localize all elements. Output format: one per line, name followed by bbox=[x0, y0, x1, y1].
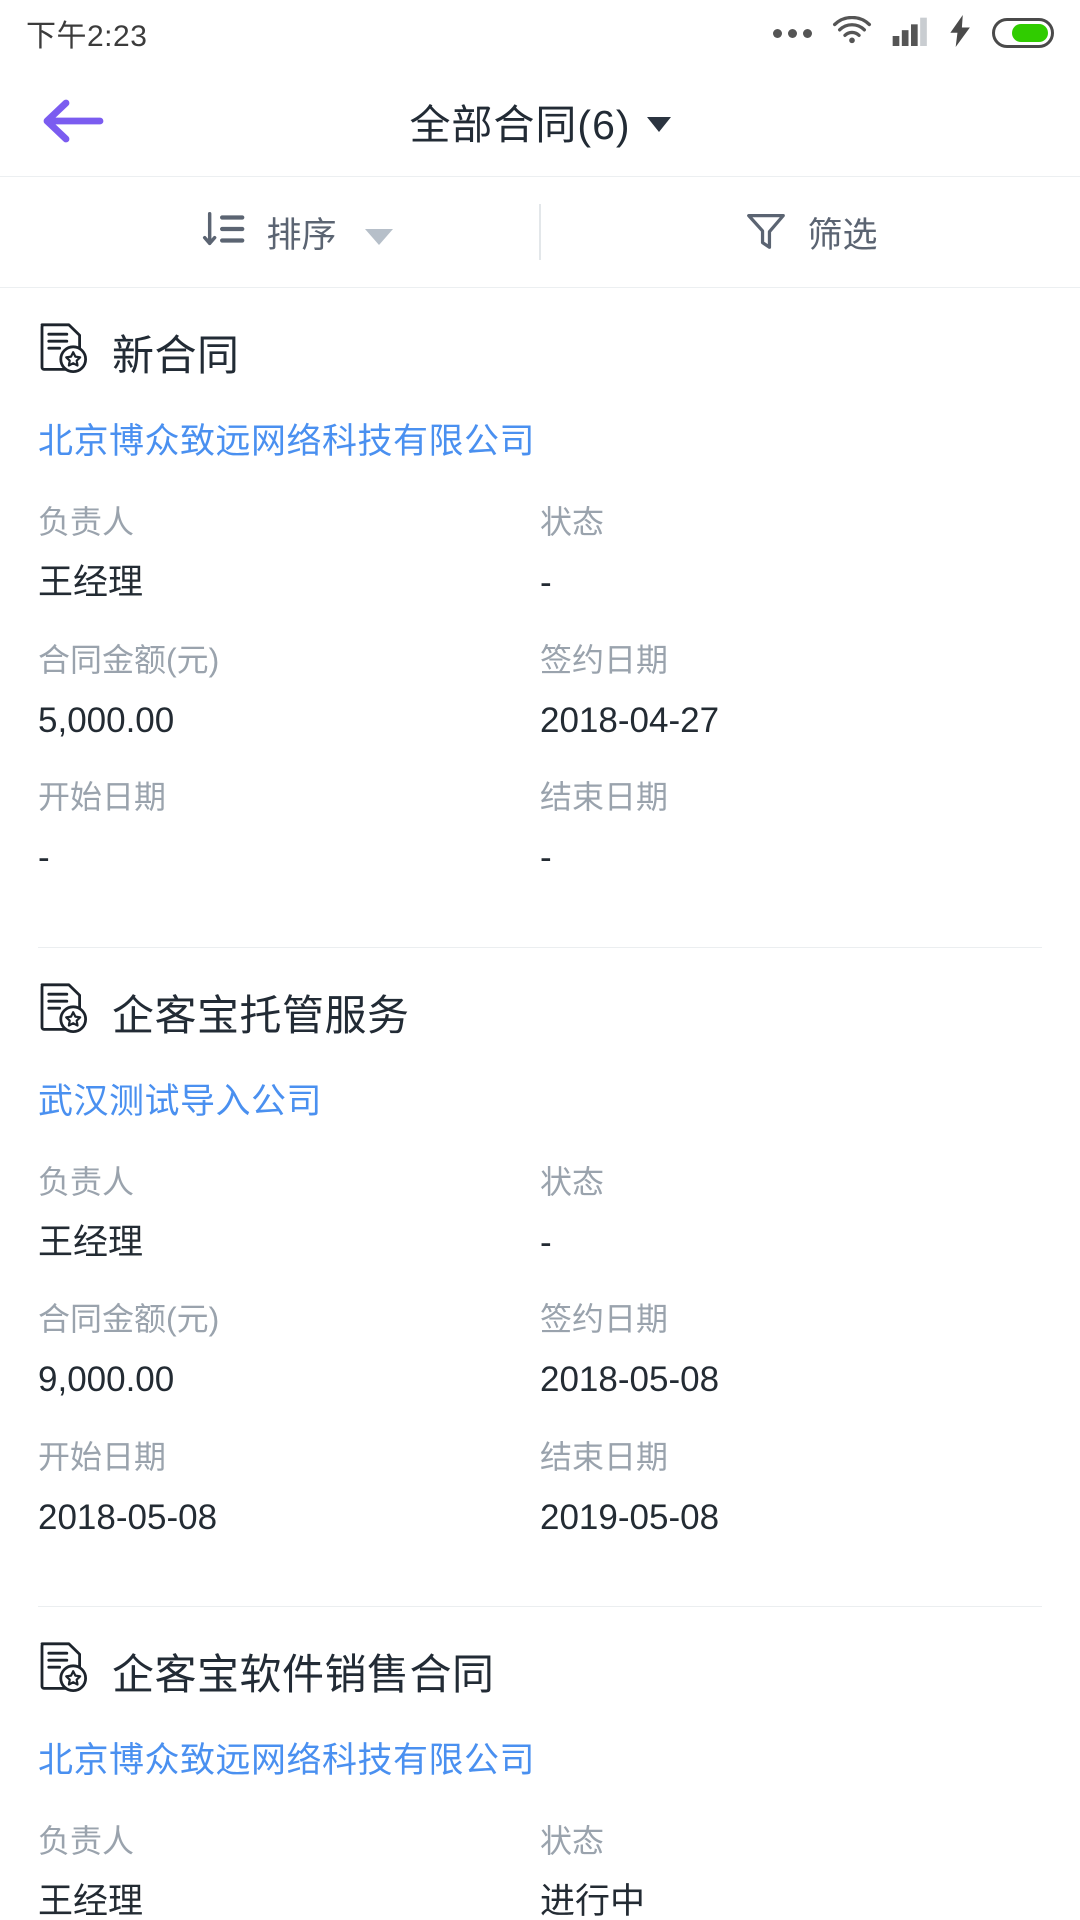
filter-label: 筛选 bbox=[807, 215, 878, 255]
contract-field-label: 签约日期 bbox=[540, 641, 669, 678]
contract-document-star-icon bbox=[40, 323, 88, 374]
contract-field: 合同金额(元) 5,000.00 bbox=[38, 636, 540, 744]
contract-field-value: 王经理 bbox=[38, 1882, 144, 1920]
contract-field-grid: 负责人 王经理 状态 进行中 合同金额(元) 签约日期 开始日期 结束日期 bbox=[0, 1817, 1080, 1920]
contract-field: 结束日期 - bbox=[540, 773, 1042, 881]
app-bar: 全部合同(6) bbox=[0, 66, 1080, 176]
app-title-wrap[interactable]: 全部合同(6) bbox=[409, 91, 671, 151]
contract-card[interactable]: 企客宝软件销售合同 北京博众致远网络科技有限公司 负责人 王经理 状态 进行中 … bbox=[0, 1607, 1080, 1920]
status-bar: 下午2:23 bbox=[0, 0, 1080, 66]
contract-document-star-icon bbox=[38, 982, 90, 1043]
contract-field-value: 2018-04-27 bbox=[540, 700, 720, 740]
contract-field-label: 合同金额(元) bbox=[38, 1301, 220, 1337]
list-toolbar: 排序 筛选 bbox=[0, 177, 1080, 287]
contract-company-link[interactable]: 北京博众致远网络科技有限公司 bbox=[0, 1732, 1080, 1783]
contract-field-value: 王经理 bbox=[38, 563, 144, 602]
contract-field: 结束日期 2019-05-08 bbox=[540, 1433, 1042, 1541]
more-dots-icon bbox=[773, 28, 812, 38]
contract-field-value: - bbox=[540, 563, 552, 602]
funnel-filter-icon bbox=[743, 207, 789, 258]
contract-list: 新合同 北京博众致远网络科技有限公司 负责人 王经理 状态 - 合同金额(元) … bbox=[0, 288, 1080, 1920]
contract-field-label: 开始日期 bbox=[38, 779, 167, 815]
sort-caret-down-icon[interactable] bbox=[365, 229, 393, 245]
contract-card[interactable]: 新合同 北京博众致远网络科技有限公司 负责人 王经理 状态 - 合同金额(元) … bbox=[0, 288, 1080, 921]
contract-field-label: 结束日期 bbox=[540, 1438, 669, 1475]
contract-field-value: 2018-05-08 bbox=[540, 1360, 720, 1399]
contract-card[interactable]: 企客宝托管服务 武汉测试导入公司 负责人 王经理 状态 - 合同金额(元) 9,… bbox=[0, 948, 1080, 1581]
contract-field: 负责人 王经理 bbox=[38, 1817, 540, 1920]
battery-icon bbox=[992, 18, 1054, 48]
contract-field: 合同金额(元) 9,000.00 bbox=[38, 1295, 540, 1403]
contract-field-value: - bbox=[540, 1222, 552, 1262]
contract-field-label: 负责人 bbox=[38, 504, 135, 540]
contract-field-row: 负责人 王经理 状态 - bbox=[38, 498, 1042, 606]
contract-field-row: 开始日期 2018-05-08 结束日期 2019-05-08 bbox=[38, 1433, 1042, 1541]
back-button[interactable] bbox=[34, 83, 110, 159]
contract-card-header: 企客宝软件销售合同 bbox=[0, 1641, 1080, 1702]
contract-field-label: 负责人 bbox=[38, 1163, 135, 1200]
contract-field: 状态 进行中 bbox=[540, 1817, 1042, 1920]
charging-bolt-icon bbox=[950, 14, 972, 52]
contract-field: 签约日期 2018-04-27 bbox=[540, 636, 1042, 744]
filter-button[interactable]: 筛选 bbox=[541, 177, 1080, 287]
contract-field-row: 负责人 王经理 状态 进行中 bbox=[38, 1817, 1042, 1920]
contract-field-row: 开始日期 - 结束日期 - bbox=[38, 773, 1042, 881]
contract-field-label: 合同金额(元) bbox=[38, 641, 220, 678]
contract-document-star-icon bbox=[38, 322, 90, 383]
contract-field: 签约日期 2018-05-08 bbox=[540, 1295, 1042, 1403]
contract-field-value: 进行中 bbox=[540, 1882, 646, 1920]
sort-label: 排序 bbox=[266, 215, 337, 255]
contract-field-value: 2018-05-08 bbox=[38, 1497, 218, 1537]
contract-field-value: 王经理 bbox=[38, 1222, 144, 1262]
contract-field-label: 签约日期 bbox=[540, 1301, 669, 1337]
contract-company-link[interactable]: 武汉测试导入公司 bbox=[0, 1073, 1080, 1124]
contract-field-label: 状态 bbox=[540, 1823, 605, 1859]
contract-card-header: 企客宝托管服务 bbox=[0, 982, 1080, 1043]
arrow-left-icon bbox=[43, 99, 104, 143]
contract-title: 企客宝软件销售合同 bbox=[112, 1651, 495, 1698]
contract-field: 状态 - bbox=[540, 498, 1042, 606]
contract-field-row: 合同金额(元) 5,000.00 签约日期 2018-04-27 bbox=[38, 636, 1042, 744]
contract-field-value: 9,000.00 bbox=[38, 1360, 175, 1399]
contract-field-row: 负责人 王经理 状态 - bbox=[38, 1158, 1042, 1266]
contract-field: 状态 - bbox=[540, 1158, 1042, 1266]
contract-document-star-icon bbox=[40, 982, 88, 1033]
contract-field-label: 负责人 bbox=[38, 1823, 135, 1859]
status-clock: 下午2:23 bbox=[26, 20, 148, 53]
contract-field-row: 合同金额(元) 9,000.00 签约日期 2018-05-08 bbox=[38, 1295, 1042, 1403]
contract-field-label: 状态 bbox=[540, 1163, 605, 1200]
contract-field-grid: 负责人 王经理 状态 - 合同金额(元) 9,000.00 签约日期 2018-… bbox=[0, 1158, 1080, 1541]
contract-field: 开始日期 2018-05-08 bbox=[38, 1433, 540, 1541]
contract-field-label: 状态 bbox=[540, 504, 605, 540]
contract-title: 企客宝托管服务 bbox=[112, 991, 410, 1039]
contract-field: 负责人 王经理 bbox=[38, 498, 540, 606]
contract-field-value: 2019-05-08 bbox=[540, 1497, 720, 1537]
status-icons bbox=[773, 14, 1054, 52]
contract-field-grid: 负责人 王经理 状态 - 合同金额(元) 5,000.00 签约日期 2018-… bbox=[0, 498, 1080, 881]
contract-field-value: - bbox=[38, 838, 50, 877]
sort-button[interactable]: 排序 bbox=[0, 177, 539, 287]
page-title: 全部合同(6) bbox=[409, 102, 631, 148]
contract-field: 负责人 王经理 bbox=[38, 1158, 540, 1266]
contract-title: 新合同 bbox=[112, 332, 240, 379]
cellular-signal-icon bbox=[892, 16, 930, 51]
sort-descending-icon bbox=[202, 207, 248, 258]
wifi-icon bbox=[832, 15, 872, 51]
caret-down-icon[interactable] bbox=[646, 116, 671, 132]
contract-document-star-icon bbox=[38, 1641, 90, 1702]
contract-field-value: - bbox=[540, 838, 552, 877]
contract-document-star-icon bbox=[40, 1642, 88, 1693]
contract-field-label: 结束日期 bbox=[540, 779, 669, 815]
contract-field: 开始日期 - bbox=[38, 773, 540, 881]
contract-card-header: 新合同 bbox=[0, 322, 1080, 383]
contract-field-value: 5,000.00 bbox=[38, 700, 175, 740]
contract-company-link[interactable]: 北京博众致远网络科技有限公司 bbox=[0, 413, 1080, 464]
contract-field-label: 开始日期 bbox=[38, 1438, 167, 1475]
